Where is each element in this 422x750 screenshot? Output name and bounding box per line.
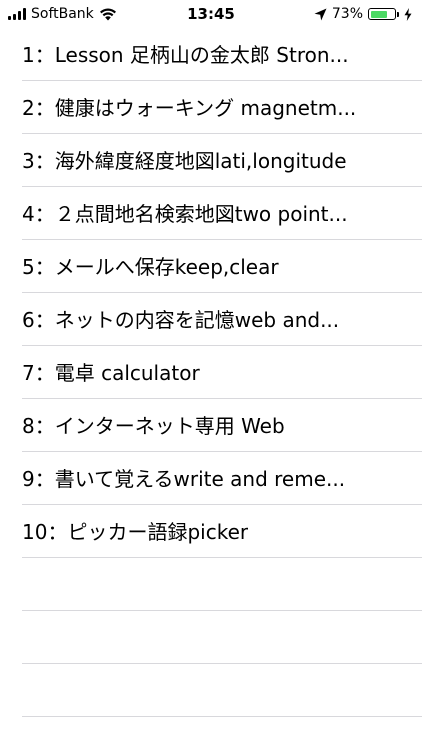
list-item-label: 9：書いて覚えるwrite and reme... — [22, 466, 346, 491]
list-item-label: 4：２点間地名検索地図two point... — [22, 201, 348, 226]
list-item — [0, 611, 422, 664]
list-item[interactable]: 6：ネットの内容を記憶web and... — [0, 293, 422, 346]
battery-level-fill — [370, 10, 388, 18]
list-item[interactable]: 3：海外緯度経度地図lati,longitude — [0, 134, 422, 187]
list-item-label: 8：インターネット専用 Web — [22, 413, 285, 438]
carrier-name: SoftBank — [31, 6, 94, 22]
list-item-label: 7：電卓 calculator — [22, 360, 200, 385]
list-item — [0, 664, 422, 717]
list-item[interactable]: 5：メールへ保存keep,clear — [0, 240, 422, 293]
list-item-label: 3：海外緯度経度地図lati,longitude — [22, 148, 347, 173]
list-item-label: 2：健康はウォーキング magnetm... — [22, 95, 357, 120]
list-item-label: 1：Lesson 足柄山の金太郎 Stron... — [22, 42, 349, 67]
list-item[interactable]: 8：インターネット専用 Web — [0, 399, 422, 452]
status-bar-right: 73% — [314, 6, 412, 22]
signal-bars-icon — [8, 8, 26, 20]
list-item-label: 5：メールへ保存keep,clear — [22, 254, 279, 279]
location-arrow-icon — [314, 8, 327, 20]
status-bar-left: SoftBank — [8, 6, 117, 22]
list-item[interactable]: 10：ピッカー語録picker — [0, 505, 422, 558]
list-item[interactable]: 4：２点間地名検索地図two point... — [0, 187, 422, 240]
battery-percent: 73% — [331, 6, 363, 22]
wifi-icon — [99, 8, 116, 21]
list-item[interactable]: 1：Lesson 足柄山の金太郎 Stron... — [0, 28, 422, 81]
list-item[interactable]: 7：電卓 calculator — [0, 346, 422, 399]
charging-bolt-icon — [404, 7, 412, 21]
list-item — [0, 558, 422, 611]
app-list: 1：Lesson 足柄山の金太郎 Stron... 2：健康はウォーキング mag… — [0, 28, 422, 717]
status-bar: SoftBank 13:45 73% — [0, 0, 422, 28]
battery-icon — [368, 8, 399, 20]
list-item-label: 6：ネットの内容を記憶web and... — [22, 307, 340, 332]
list-item[interactable]: 2：健康はウォーキング magnetm... — [0, 81, 422, 134]
list-item[interactable]: 9：書いて覚えるwrite and reme... — [0, 452, 422, 505]
list-item-label: 10：ピッカー語録picker — [22, 519, 249, 544]
